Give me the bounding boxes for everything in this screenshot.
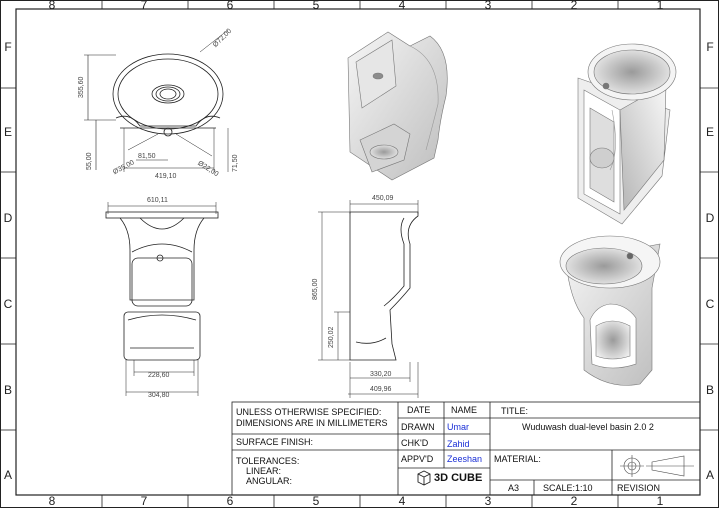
- revision-label: REVISION: [617, 483, 661, 493]
- company-logo-text: 3D CUBE: [434, 472, 483, 484]
- drawn-name: Umar: [447, 422, 469, 432]
- header-name: NAME: [451, 405, 478, 415]
- scale-label: SCALE:1:10: [543, 483, 593, 493]
- approved-name: Zeeshan: [447, 454, 483, 464]
- drawn-label: DRAWN: [401, 422, 435, 432]
- material-label: MATERIAL:: [494, 454, 541, 464]
- tolerance-linear-label: LINEAR:: [246, 466, 282, 476]
- unless-specified-line1: UNLESS OTHERWISE SPECIFIED:: [236, 407, 382, 417]
- title-label: TITLE:: [501, 406, 529, 416]
- projection-symbol: [620, 455, 694, 477]
- drawing-sheet: 8 7 6 5 4 3 2 1 8 7 6 5 4 3 2 1 F E D C …: [0, 0, 719, 508]
- tolerances-label: TOLERANCES:: [236, 456, 300, 466]
- checked-label: CHK'D: [401, 438, 429, 448]
- title-value: Wuduwash dual-level basin 2.0 2: [522, 422, 654, 432]
- header-date: DATE: [407, 405, 431, 415]
- tolerance-angular-label: ANGULAR:: [246, 476, 293, 486]
- logo-cube: [417, 470, 431, 486]
- unless-specified-line2: DIMENSIONS ARE IN MILLIMETERS: [236, 418, 388, 428]
- approved-label: APPV'D: [401, 454, 434, 464]
- surface-finish-label: SURFACE FINISH:: [236, 437, 314, 447]
- checked-name: Zahid: [447, 439, 470, 449]
- sheet-size: A3: [508, 483, 520, 493]
